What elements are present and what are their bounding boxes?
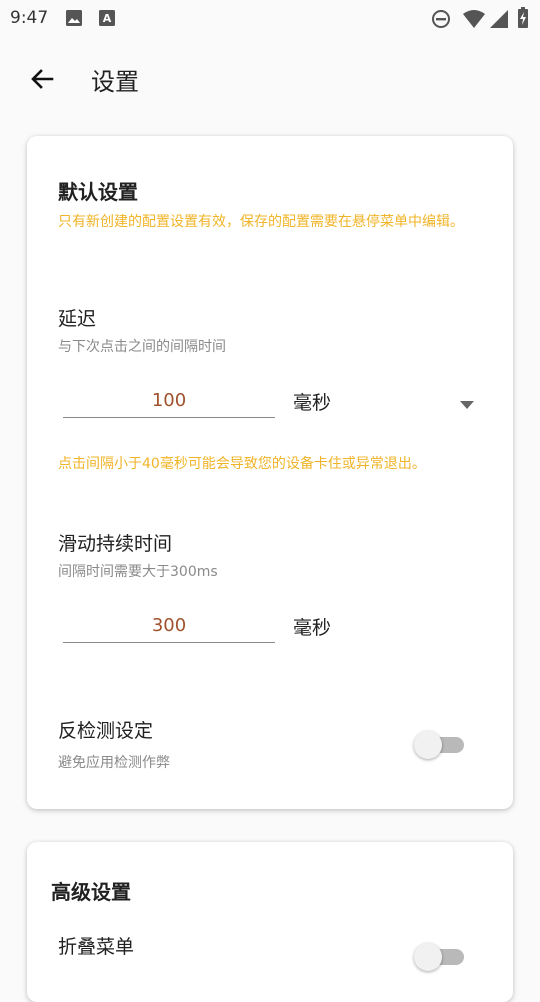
back-button[interactable]: [22, 60, 62, 100]
image-icon: [64, 8, 84, 32]
wifi-icon: [462, 9, 486, 33]
anti-detection-subtitle: 避免应用检测作弊: [58, 755, 170, 771]
delay-input[interactable]: [63, 383, 275, 417]
signal-icon: [489, 9, 509, 33]
do-not-disturb-icon: [431, 9, 451, 33]
swipe-duration-title: 滑动持续时间: [58, 533, 173, 555]
page-title: 设置: [91, 68, 139, 96]
anti-detection-title: 反检测设定: [58, 720, 154, 742]
swipe-duration-input-wrapper: [63, 608, 275, 643]
swipe-duration-subtitle: 间隔时间需要大于300ms: [58, 564, 218, 580]
default-settings-card: 默认设置 只有新创建的配置设置有效，保存的配置需要在悬停菜单中编辑。 延迟 与下…: [27, 136, 513, 809]
default-settings-title: 默认设置: [58, 180, 138, 204]
delay-subtitle: 与下次点击之间的间隔时间: [58, 339, 226, 355]
delay-warning: 点击间隔小于40毫秒可能会导致您的设备卡住或异常退出。: [58, 456, 426, 472]
collapse-menu-title: 折叠菜单: [58, 936, 135, 958]
battery-charging-icon: [517, 7, 529, 33]
advanced-settings-card: 高级设置 折叠菜单: [27, 842, 513, 1002]
toggle-thumb: [414, 943, 442, 971]
status-bar: 9:47 A: [0, 0, 540, 36]
toolbar: 设置: [0, 36, 540, 120]
delay-unit-select[interactable]: 毫秒: [293, 388, 331, 415]
svg-text:A: A: [103, 12, 112, 25]
delay-input-wrapper: [63, 383, 275, 418]
default-settings-warning: 只有新创建的配置设置有效，保存的配置需要在悬停菜单中编辑。: [58, 214, 464, 230]
collapse-menu-toggle[interactable]: [414, 943, 466, 971]
swipe-duration-input[interactable]: [63, 608, 275, 642]
toggle-thumb: [414, 731, 442, 759]
swipe-duration-unit: 毫秒: [293, 617, 332, 639]
arrow-back-icon: [31, 69, 54, 89]
dropdown-arrow-icon[interactable]: [459, 395, 475, 414]
status-time: 9:47: [10, 8, 49, 28]
delay-title: 延迟: [58, 308, 97, 330]
anti-detection-toggle[interactable]: [414, 731, 466, 759]
advanced-settings-title: 高级设置: [51, 880, 131, 904]
a-notification-icon: A: [98, 8, 116, 32]
